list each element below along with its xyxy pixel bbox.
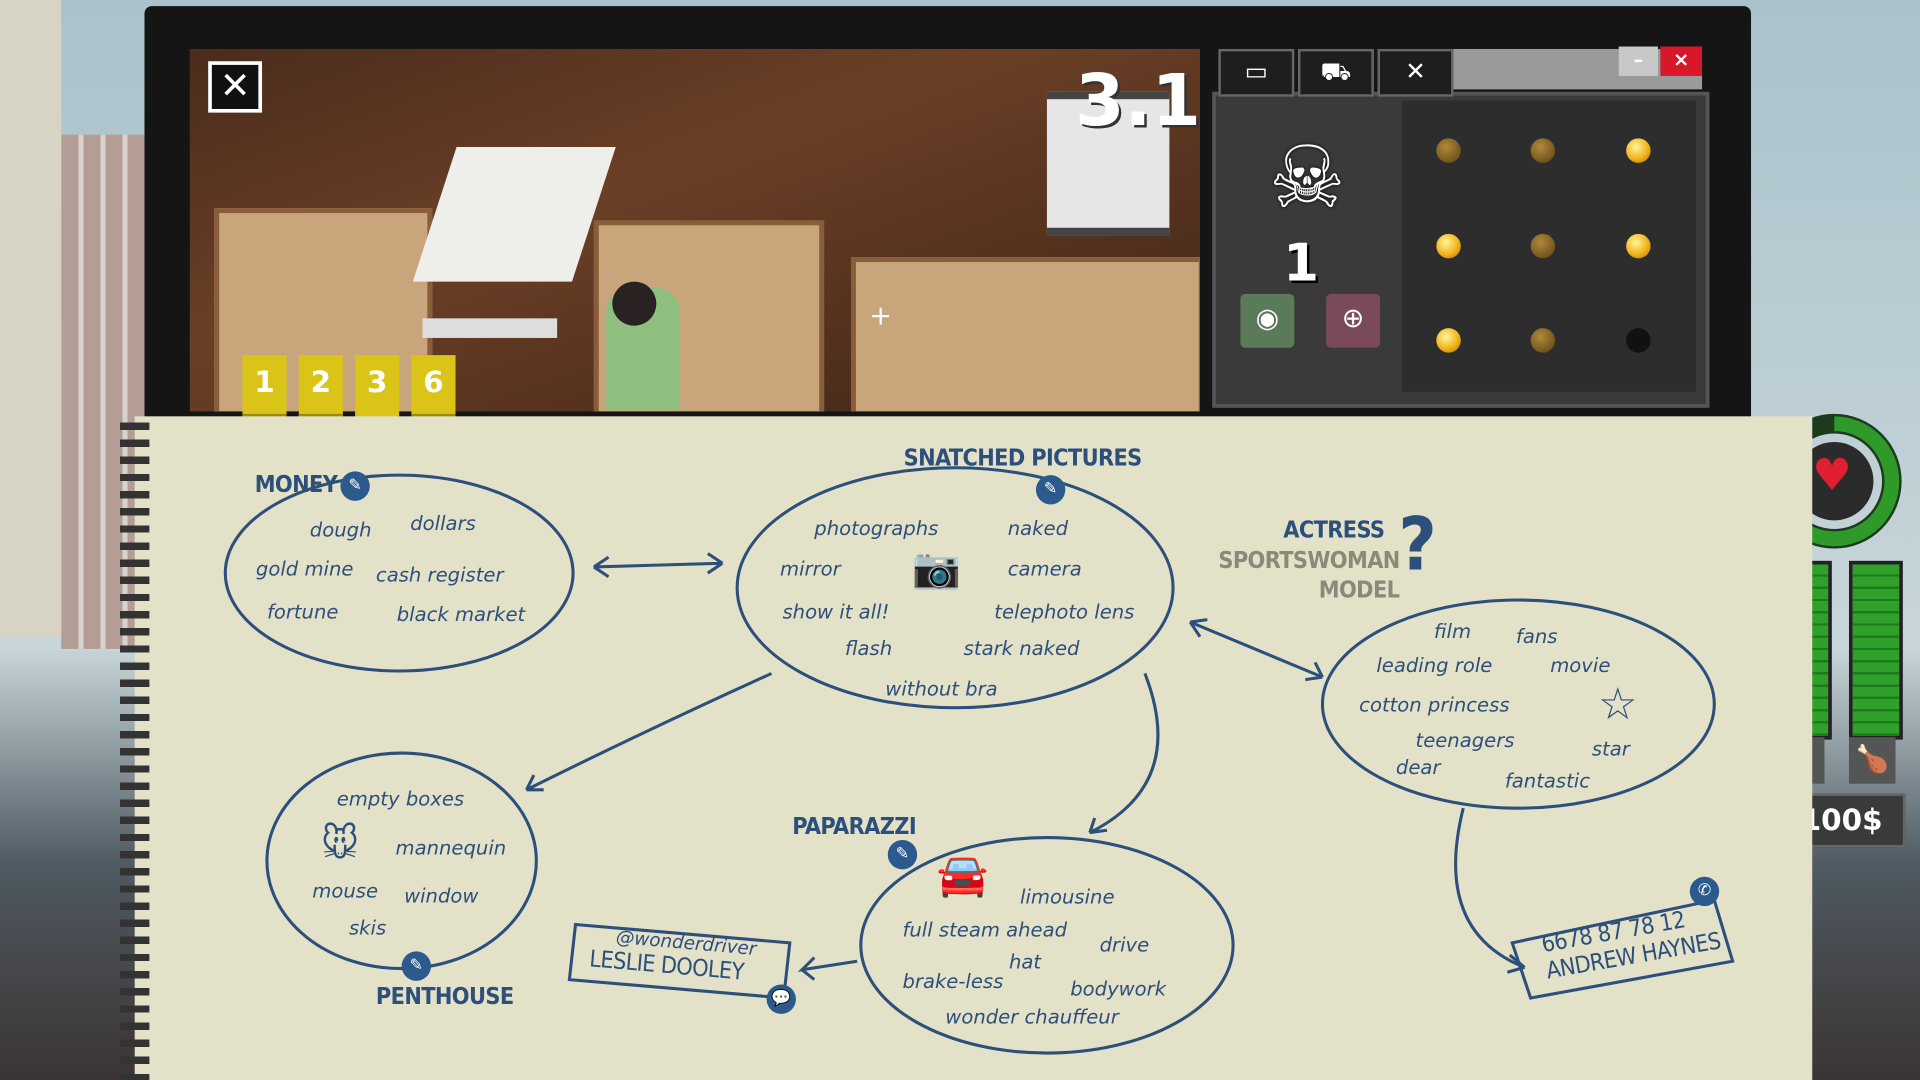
word[interactable]: dough bbox=[310, 518, 372, 541]
word[interactable]: stark naked bbox=[964, 637, 1080, 660]
word[interactable]: bodywork bbox=[1070, 977, 1166, 1000]
word[interactable]: full steam ahead bbox=[902, 918, 1067, 941]
word[interactable]: fans bbox=[1516, 624, 1558, 647]
word[interactable]: dollars bbox=[410, 512, 476, 535]
word[interactable]: telephoto lens bbox=[994, 600, 1134, 623]
word[interactable]: fantastic bbox=[1505, 769, 1590, 792]
word[interactable]: flash bbox=[845, 637, 892, 660]
chat-icon[interactable]: 💬 bbox=[766, 984, 796, 1014]
mouse-icon: 🐭 bbox=[320, 822, 360, 866]
word[interactable]: fortune bbox=[267, 600, 339, 623]
pin-icon: ✎ bbox=[1035, 475, 1066, 505]
word[interactable]: naked bbox=[1008, 517, 1068, 540]
word[interactable]: movie bbox=[1550, 654, 1610, 677]
word[interactable]: wonder chauffeur bbox=[945, 1005, 1118, 1028]
word[interactable]: empty boxes bbox=[337, 787, 464, 810]
word[interactable]: mouse bbox=[312, 879, 378, 902]
sportswoman-title: SPORTSWOMAN bbox=[1218, 547, 1400, 575]
snatched-title: SNATCHED PICTURES bbox=[903, 444, 1143, 472]
word[interactable]: limousine bbox=[1020, 885, 1114, 908]
word[interactable]: brake-less bbox=[902, 970, 1003, 993]
word[interactable]: show it all! bbox=[782, 600, 889, 623]
word[interactable]: leading role bbox=[1376, 654, 1492, 677]
camera-icon: 📷 bbox=[912, 544, 962, 592]
word[interactable]: camera bbox=[1008, 557, 1082, 580]
money-title: MONEY bbox=[254, 471, 338, 499]
pin-icon: ✎ bbox=[401, 951, 432, 981]
limousine-icon: 🚘 bbox=[936, 851, 989, 901]
word[interactable]: teenagers bbox=[1416, 729, 1515, 752]
word[interactable]: without bra bbox=[885, 677, 997, 700]
word[interactable]: cash register bbox=[376, 563, 504, 586]
word[interactable]: star bbox=[1592, 737, 1630, 760]
actress-title: ACTRESS bbox=[1283, 516, 1385, 544]
question-mark[interactable]: ? bbox=[1398, 502, 1436, 588]
word[interactable]: window bbox=[404, 884, 478, 907]
pin-icon: ✎ bbox=[887, 840, 918, 870]
word[interactable]: mirror bbox=[780, 557, 841, 580]
word[interactable]: dear bbox=[1396, 756, 1441, 779]
paparazzi-title: PAPARAZZI bbox=[792, 813, 916, 841]
word[interactable]: hat bbox=[1009, 950, 1041, 973]
model-title: MODEL bbox=[1318, 576, 1400, 604]
word[interactable]: gold mine bbox=[256, 557, 354, 580]
pin-icon: ✎ bbox=[340, 471, 370, 501]
star-icon: ☆ bbox=[1597, 679, 1638, 730]
word[interactable]: photographs bbox=[814, 517, 938, 540]
word[interactable]: mannequin bbox=[396, 836, 507, 859]
word[interactable]: film bbox=[1434, 620, 1471, 643]
penthouse-title: PENTHOUSE bbox=[375, 983, 514, 1011]
word[interactable]: black market bbox=[397, 602, 525, 625]
word[interactable]: skis bbox=[349, 916, 386, 939]
word[interactable]: drive bbox=[1100, 933, 1150, 956]
word[interactable]: cotton princess bbox=[1359, 693, 1509, 716]
